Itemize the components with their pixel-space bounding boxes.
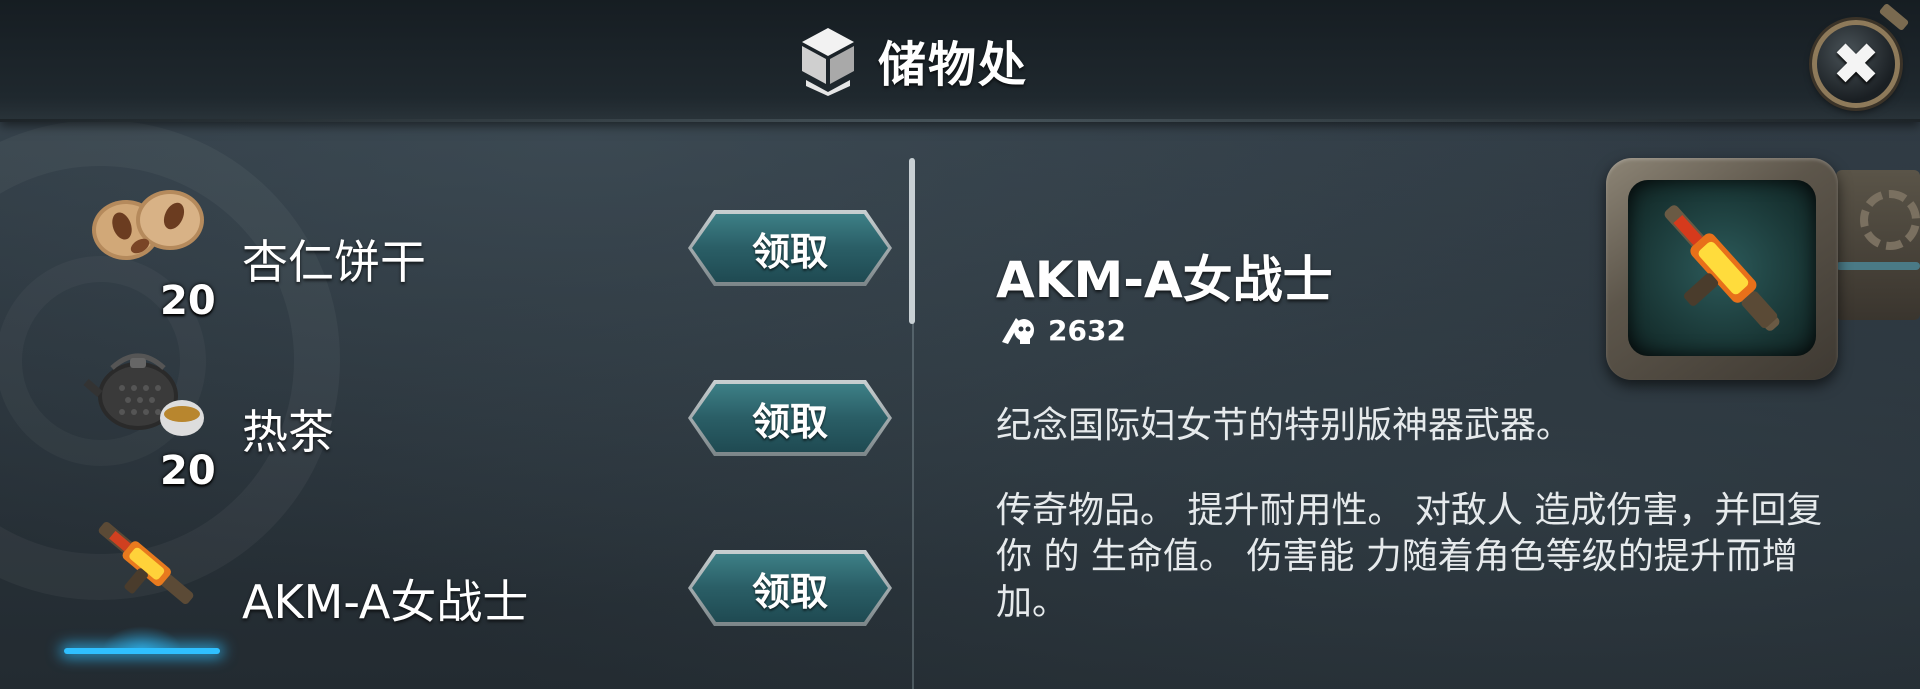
item-name: AKM-A女战士 (242, 575, 529, 629)
claim-button[interactable]: 领取 (692, 214, 888, 282)
page-title: 储物处 (878, 37, 1029, 93)
power-value: 2632 (1048, 313, 1126, 347)
item-name: 杏仁饼干 (242, 235, 426, 289)
storage-screen: 储物处 ✖ 20 杏仁饼干 领取 20 热茶 领取 AKM-A女战士 领取 AK… (0, 0, 1920, 689)
almond-cookies-icon (92, 190, 204, 260)
list-item[interactable]: 20 热茶 领取 (0, 330, 900, 494)
selection-indicator (64, 626, 220, 654)
item-name: 热茶 (242, 405, 334, 459)
list-item[interactable]: 20 杏仁饼干 领取 (0, 160, 900, 324)
claim-button[interactable]: 领取 (692, 384, 888, 452)
gear-icon (1860, 190, 1920, 250)
power-rating: 2632 (998, 312, 1126, 348)
item-preview-monitor (1606, 158, 1838, 380)
item-count: 20 (160, 278, 216, 324)
title-group: 储物处 (796, 22, 1028, 98)
cable-decoration (1836, 262, 1920, 270)
list-scrollbar[interactable] (909, 158, 915, 324)
teapot-icon (83, 353, 204, 436)
detail-description: 纪念国际妇女节的特别版神器武器。 (996, 405, 1573, 446)
claim-button[interactable]: 领取 (692, 554, 888, 622)
rifle-preview-icon (1664, 205, 1780, 331)
list-item-selected[interactable]: AKM-A女战士 领取 (0, 500, 900, 660)
detail-effects: 传奇物品。 提升耐用性。 对敌人 造成伤害，并回复你 的 生命值。 伤害能 力随… (996, 490, 1823, 623)
header-bar: 储物处 ✖ (0, 0, 1920, 122)
storage-box-icon (802, 28, 854, 96)
monitor-screen (1628, 180, 1816, 356)
close-icon: ✖ (1831, 30, 1881, 98)
skull-icon (1002, 318, 1034, 344)
close-button[interactable]: ✖ (1812, 20, 1900, 108)
detail-item-name: AKM-A女战士 (996, 251, 1333, 309)
item-count: 20 (160, 448, 216, 494)
rifle-icon (98, 521, 194, 605)
